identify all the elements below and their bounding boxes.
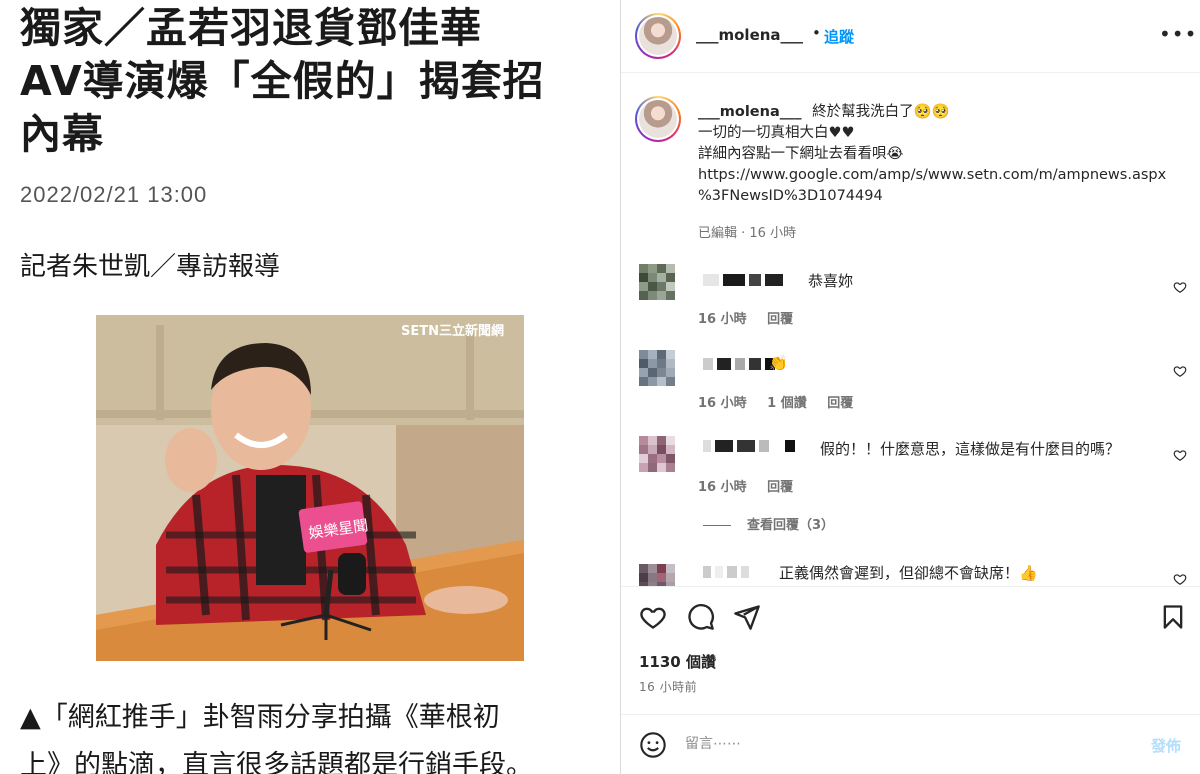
view-replies-button[interactable]: 查看回覆（3） (703, 514, 834, 533)
commenter-avatar-4[interactable] (639, 564, 675, 586)
comment-2-like-icon[interactable] (1173, 364, 1187, 378)
comment-1-like-icon[interactable] (1173, 280, 1187, 294)
commenter-avatar-1[interactable] (639, 264, 675, 300)
headline-line-3: 內幕 (20, 110, 104, 158)
comment-4-like-icon[interactable] (1173, 572, 1187, 586)
view-replies-line (703, 525, 731, 526)
post-header: ___molena___ • 追蹤 ••• (621, 0, 1200, 73)
interview-photo-illustration: 娛樂星聞 SETN三立新聞網 (96, 315, 524, 661)
caption-username[interactable]: ___molena___ (698, 104, 801, 120)
headline-line-2: AV導演爆「全假的」揭套招 (20, 57, 545, 105)
comment-2-text: 👏 (769, 354, 788, 372)
more-options-icon[interactable]: ••• (1159, 22, 1197, 46)
comment-input[interactable] (685, 729, 1125, 759)
caption-line-3: 詳細內容點一下網址去看看唄😭 (698, 146, 904, 162)
comment-4-text: 正義偶然會遲到，但卻總不會缺席！👍 (779, 564, 1038, 582)
like-heart-icon[interactable] (639, 603, 667, 631)
author-username[interactable]: ___molena___ (696, 26, 803, 44)
comment-1-reply-button[interactable]: 回覆 (767, 312, 793, 327)
comment-2-likes[interactable]: 1 個讚 (767, 396, 807, 411)
article-byline: 記者朱世凱／專訪報導 (20, 252, 281, 282)
comment-2-reply-button[interactable]: 回覆 (827, 396, 853, 411)
headline-line-1: 獨家／孟若羽退貨鄧佳華 (20, 4, 482, 52)
commenter-avatar-2[interactable] (639, 350, 675, 386)
photo-caption: ▲「網紅推手」卦智雨分享拍攝《華根初 上》的點滴，直言很多話題都是行銷手段。 (20, 694, 600, 774)
photo-watermark: SETN三立新聞網 (401, 323, 504, 339)
caption-link-line-1[interactable]: https://www.google.com/amp/s/www.setn.co… (698, 165, 1188, 186)
commenter-name-3-redacted[interactable] (703, 440, 795, 452)
article-photo: 娛樂星聞 SETN三立新聞網 (96, 315, 524, 661)
comment-1-text: 恭喜妳 (808, 272, 854, 290)
comment-3-time: 16 小時 (698, 480, 747, 495)
separator-dot: • (812, 24, 821, 42)
caption-line-2: 上》的點滴，直言很多話題都是行銷手段。 (20, 750, 533, 774)
share-paper-plane-icon[interactable] (733, 603, 761, 631)
comment-3-text: 假的！！什麼意思，這樣做是有什麼目的嗎？ (820, 440, 1121, 458)
article-date: 2022/02/21 13:00 (20, 182, 208, 207)
post-timestamp: 16 小時前 (639, 680, 698, 694)
comment-1-time: 16 小時 (698, 312, 747, 327)
emoji-icon[interactable] (639, 731, 667, 759)
comment-3-reply-button[interactable]: 回覆 (767, 480, 793, 495)
add-comment-bar: 發佈 (621, 714, 1200, 774)
follow-button[interactable]: 追蹤 (824, 26, 854, 47)
news-article: 獨家／孟若羽退貨鄧佳華 AV導演爆「全假的」揭套招 內幕 2022/02/21 … (0, 0, 620, 774)
comments-list[interactable]: ___molena___ 終於幫我洗白了🥺🥺 一切的一切真相大白♥♥ 詳細內容點… (621, 74, 1200, 586)
instagram-post-panel: ___molena___ • 追蹤 ••• ___molena___ 終於幫我洗… (620, 0, 1200, 774)
comment-1-meta: 16 小時 回覆 (698, 308, 809, 327)
view-replies-label: 查看回覆（3） (747, 518, 835, 533)
likes-count[interactable]: 1130 個讚 (639, 651, 716, 672)
caption-link-line-2[interactable]: %3FNewsID%3D1074494 (698, 186, 1188, 207)
post-caption: ___molena___ 終於幫我洗白了🥺🥺 一切的一切真相大白♥♥ 詳細內容點… (698, 102, 1188, 207)
comment-2-meta: 16 小時 1 個讚 回覆 (698, 392, 869, 411)
commenter-name-4-redacted[interactable] (703, 566, 749, 578)
commenter-avatar-3[interactable] (639, 436, 675, 472)
article-headline: 獨家／孟若羽退貨鄧佳華 AV導演爆「全假的」揭套招 內幕 (20, 2, 610, 161)
caption-line-2: 一切的一切真相大白♥♥ (698, 125, 855, 141)
post-comment-button[interactable]: 發佈 (1151, 735, 1181, 756)
bookmark-icon[interactable] (1159, 603, 1187, 631)
comment-3-like-icon[interactable] (1173, 448, 1187, 462)
caption-line-1: ▲「網紅推手」卦智雨分享拍攝《華根初 (20, 702, 500, 733)
commenter-name-2-redacted[interactable] (703, 358, 775, 370)
author-avatar[interactable] (635, 13, 681, 59)
comment-3-meta: 16 小時 回覆 (698, 476, 809, 495)
comment-2-time: 16 小時 (698, 396, 747, 411)
post-actions: 1130 個讚 16 小時前 (621, 586, 1200, 714)
caption-avatar[interactable] (635, 96, 681, 142)
caption-meta: 已編輯 · 16 小時 (698, 226, 797, 241)
comment-bubble-icon[interactable] (687, 603, 715, 631)
caption-line-1: 終於幫我洗白了🥺🥺 (812, 104, 950, 120)
commenter-name-1-redacted[interactable] (703, 274, 783, 286)
